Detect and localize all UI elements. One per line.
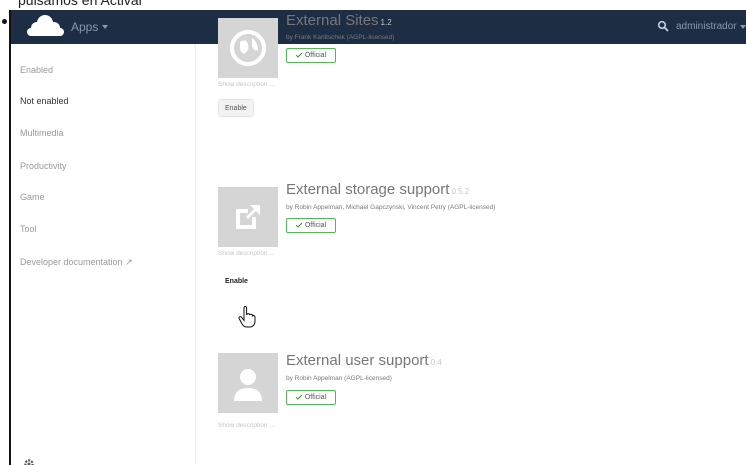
- sidebar-item-enabled[interactable]: Enabled: [20, 65, 53, 75]
- bullet-icon: [2, 19, 7, 24]
- caret-down-icon: [739, 24, 746, 29]
- sidebar-item-developer-documentation[interactable]: Developer documentation ↗: [20, 257, 133, 268]
- owncloud-logo-icon[interactable]: [23, 14, 67, 38]
- app-version: 0.4: [430, 358, 442, 367]
- external-link-icon: [218, 187, 278, 247]
- show-description-link[interactable]: Show description ...: [218, 422, 275, 429]
- app-title-external-sites: External Sites 1.2: [286, 12, 392, 29]
- app-author: by Robin Appelman, Michael Gapczynski, V…: [286, 204, 496, 211]
- enable-button[interactable]: Enable: [218, 99, 254, 117]
- official-badge: Official: [286, 390, 336, 405]
- app-title-text: External user support: [286, 352, 429, 369]
- gear-icon[interactable]: [23, 458, 35, 465]
- owncloud-window: Apps administrador Enabled Not enabled M…: [9, 10, 746, 465]
- globe-icon: [218, 18, 278, 78]
- official-badge-label: Official: [304, 222, 327, 229]
- official-badge: Official: [286, 48, 336, 63]
- user-menu[interactable]: administrador: [676, 21, 746, 32]
- app-author: by Frank Karlitschek (AGPL-licensed): [286, 34, 395, 41]
- app-author: by Robin Appelman (AGPL-licensed): [286, 375, 392, 382]
- show-description-link[interactable]: Show description ...: [218, 81, 275, 88]
- check-icon: [295, 393, 303, 400]
- apps-menu-label: Apps: [71, 20, 99, 34]
- official-badge-label: Official: [304, 52, 327, 59]
- official-badge: Official: [286, 218, 336, 233]
- user-menu-label: administrador: [676, 21, 737, 32]
- enable-button[interactable]: Enable: [218, 272, 255, 290]
- app-title-text: External Sites: [286, 12, 379, 29]
- caret-down-icon: [102, 25, 109, 29]
- app-title-external-storage-support: External storage support 0.5.2: [286, 181, 469, 198]
- user-icon: [218, 353, 278, 413]
- sidebar: Enabled Not enabled Multimedia Productiv…: [11, 44, 196, 465]
- caption: pulsamos en Activar: [0, 0, 746, 10]
- app-title-text: External storage support: [286, 181, 450, 198]
- show-description-link[interactable]: Show description ...: [218, 250, 275, 257]
- apps-menu[interactable]: Apps: [71, 20, 109, 34]
- check-icon: [295, 51, 303, 58]
- hand-cursor-icon: [238, 306, 256, 328]
- check-icon: [295, 221, 303, 228]
- sidebar-item-not-enabled[interactable]: Not enabled: [20, 96, 69, 106]
- search-icon[interactable]: [657, 20, 669, 32]
- sidebar-item-tool[interactable]: Tool: [20, 224, 37, 234]
- app-title-external-user-support: External user support 0.4: [286, 352, 442, 369]
- sidebar-item-multimedia[interactable]: Multimedia: [20, 128, 64, 138]
- official-badge-label: Official: [304, 394, 327, 401]
- app-version: 0.5.2: [451, 187, 470, 196]
- sidebar-item-game[interactable]: Game: [20, 192, 45, 202]
- caption-text: pulsamos en Activar: [18, 0, 144, 8]
- sidebar-item-productivity[interactable]: Productivity: [20, 161, 67, 171]
- app-version: 1.2: [380, 18, 392, 27]
